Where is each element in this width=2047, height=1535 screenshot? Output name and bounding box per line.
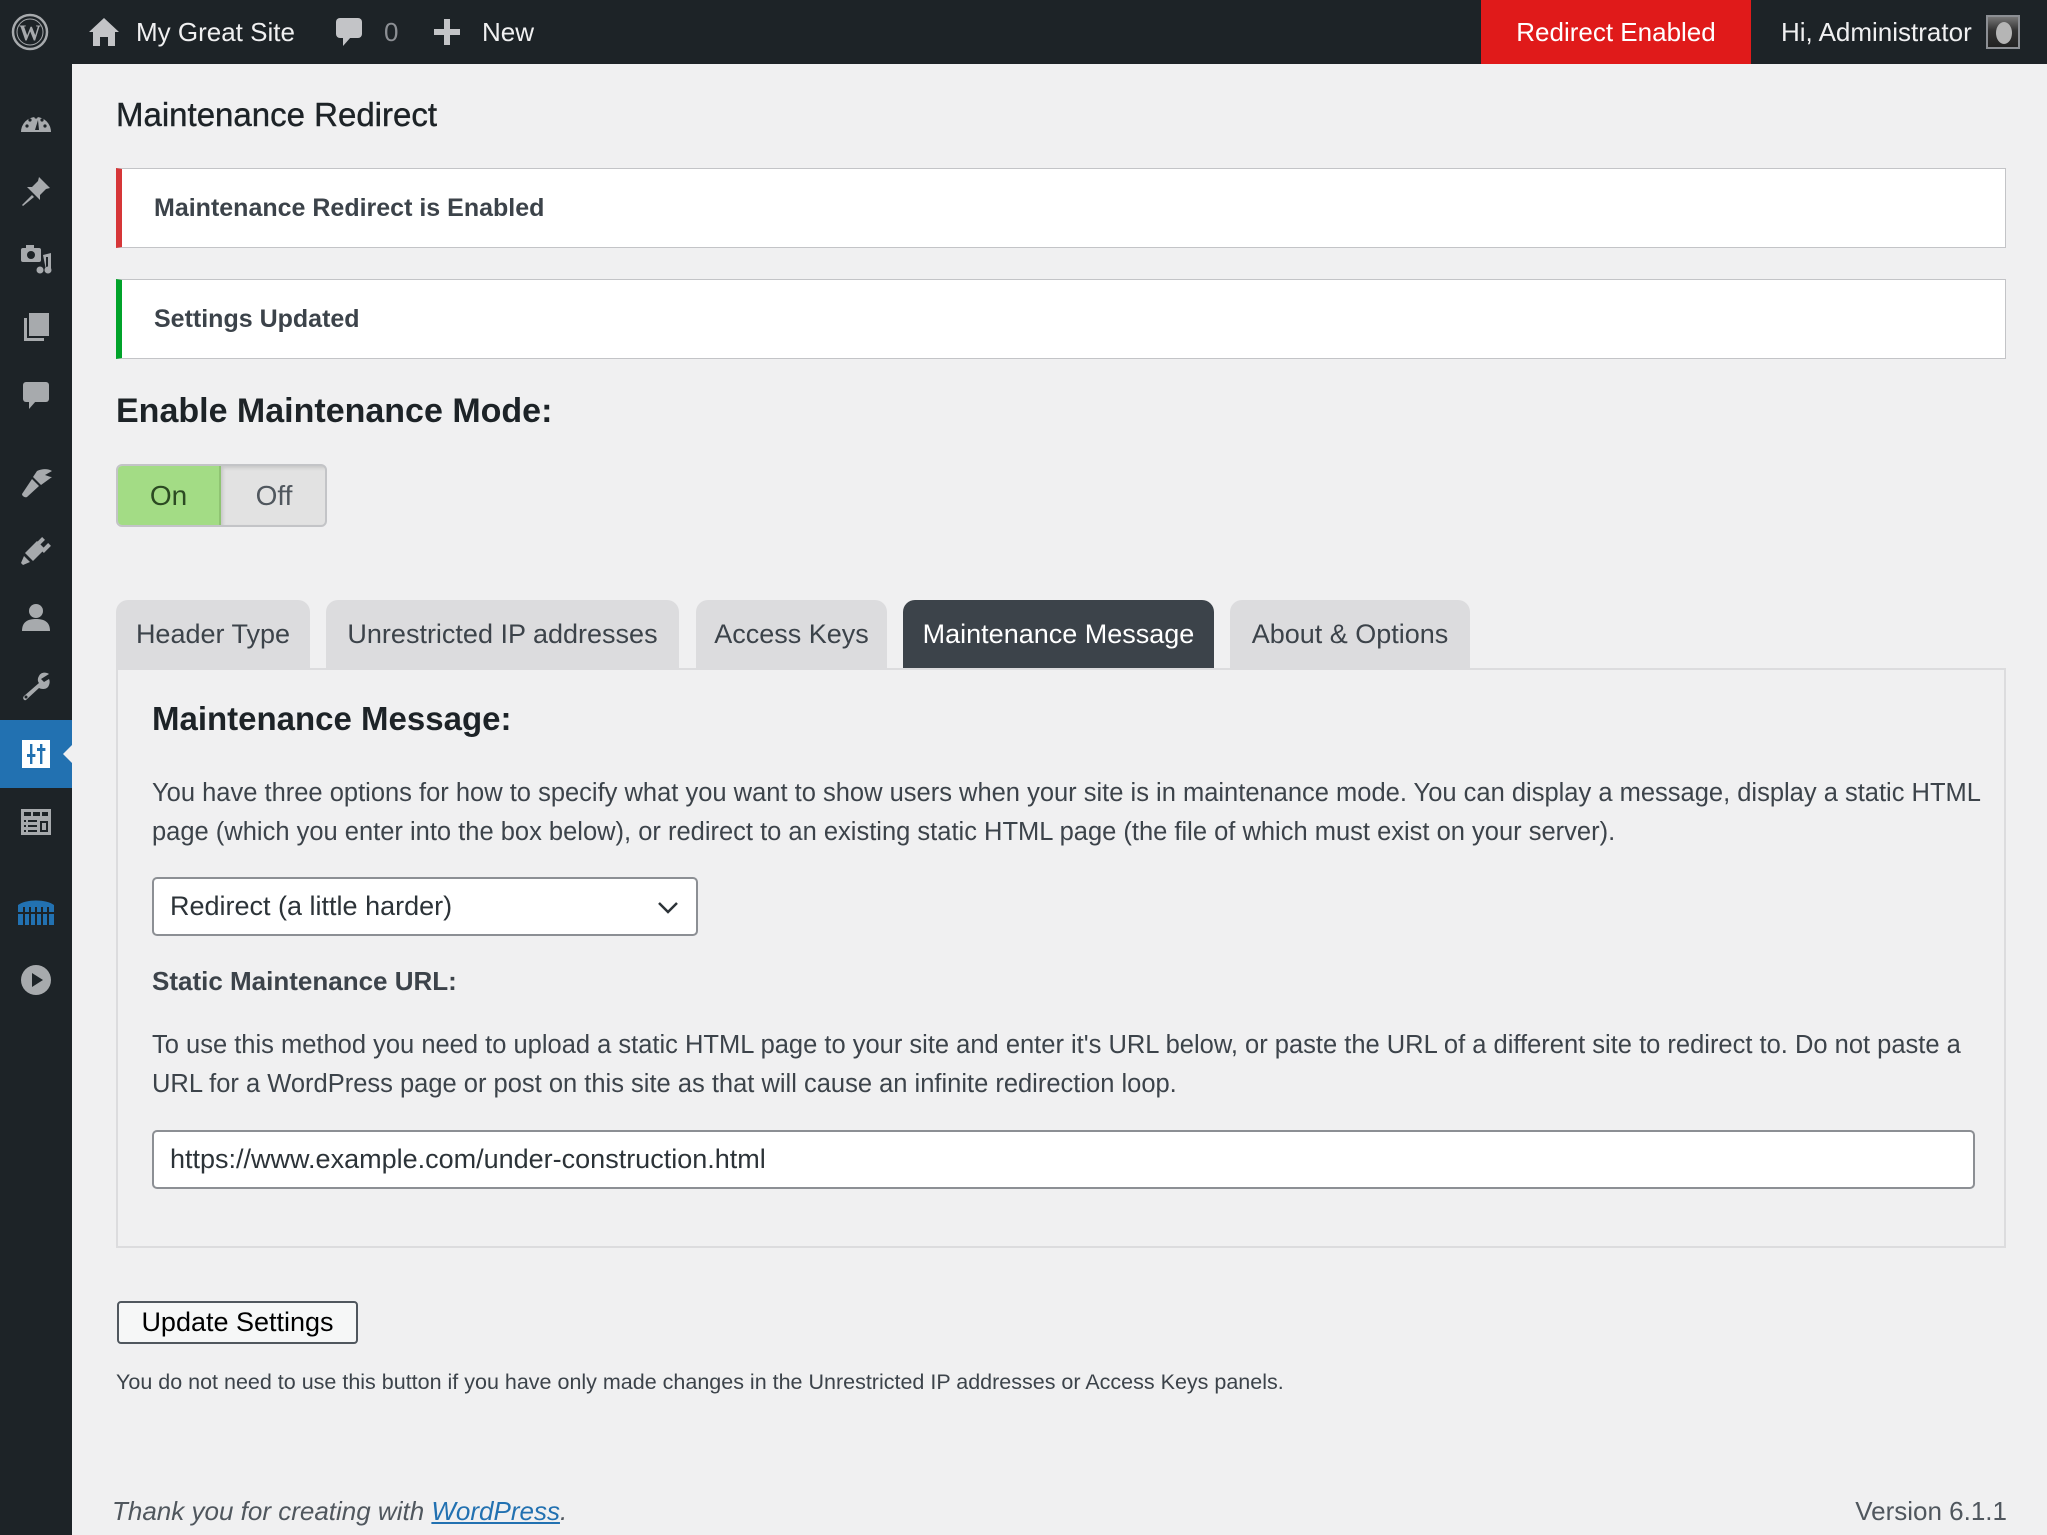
greeting: Hi, Administrator: [1781, 16, 1972, 47]
sidebar-item-plugins[interactable]: [0, 516, 72, 584]
paintbrush-icon: [22, 469, 52, 498]
sidebar-item-comments[interactable]: [0, 361, 72, 429]
pages-icon: [24, 313, 49, 341]
notice-text: Maintenance Redirect is Enabled: [154, 193, 545, 222]
sidebar-item-media[interactable]: [0, 225, 72, 293]
admin-bar: W My Great Site 0 New Redirect Enabled H…: [0, 0, 2047, 64]
panel-description: You have three options for how to specif…: [152, 779, 1981, 846]
footer-thanks-prefix: Thank you for creating with: [112, 1496, 432, 1526]
sidebar-item-media-player[interactable]: [0, 946, 72, 1014]
notice-text: Settings Updated: [154, 304, 360, 333]
toggle-on-option[interactable]: On: [118, 466, 221, 525]
sidebar-item-security[interactable]: [0, 878, 72, 946]
notice-redirect-enabled: Maintenance Redirect is Enabled: [116, 168, 2006, 248]
update-note: You do not need to use this button if yo…: [116, 1370, 1284, 1394]
update-settings-button[interactable]: Update Settings: [117, 1301, 358, 1344]
new-content-menu[interactable]: New: [432, 0, 534, 64]
static-url-description: To use this method you need to upload a …: [152, 1031, 1961, 1098]
wrench-icon: [23, 672, 50, 701]
select-value: Redirect (a little harder): [170, 891, 453, 921]
admin-sidebar: [0, 64, 72, 1535]
page-title: Maintenance Redirect: [116, 96, 438, 133]
sidebar-item-users[interactable]: [0, 584, 72, 652]
tab-about-options[interactable]: About & Options: [1230, 600, 1470, 668]
comments-count: 0: [384, 16, 399, 47]
table-layout-icon: [21, 809, 51, 835]
tab-header-type[interactable]: Header Type: [116, 600, 310, 668]
comment-bubble-icon: [334, 16, 364, 48]
tab-access-keys[interactable]: Access Keys: [696, 600, 887, 668]
wordpress-menu[interactable]: W: [10, 0, 58, 64]
redirect-enabled-indicator[interactable]: Redirect Enabled: [1481, 0, 1751, 64]
sidebar-item-settings-current[interactable]: [0, 720, 72, 788]
maintenance-message-panel: Maintenance Message: You have three opti…: [116, 668, 2006, 1248]
static-url-label: Static Maintenance URL:: [152, 966, 457, 996]
new-label: New: [482, 16, 535, 47]
comment-bubble-icon: [23, 382, 49, 409]
sidebar-item-layout[interactable]: [0, 788, 72, 856]
chevron-down-icon: [658, 902, 678, 914]
sidebar-item-appearance[interactable]: [0, 448, 72, 516]
maintenance-mode-toggle[interactable]: On Off: [116, 464, 327, 527]
footer-version: Version 6.1.1: [1855, 1496, 2007, 1526]
static-url-input[interactable]: [152, 1130, 1975, 1189]
tab-maintenance-message[interactable]: Maintenance Message: [903, 600, 1214, 668]
camera-music-icon: [21, 245, 52, 274]
wordpress-logo-icon: W: [10, 12, 50, 52]
sidebar-item-dashboard[interactable]: [0, 89, 72, 157]
site-name-link[interactable]: My Great Site: [86, 0, 295, 64]
message-type-select[interactable]: Redirect (a little harder): [152, 877, 698, 936]
avatar: [1985, 15, 2020, 49]
site-name: My Great Site: [136, 16, 295, 47]
panel-heading: Maintenance Message:: [152, 700, 512, 737]
sidebar-item-tools[interactable]: [0, 652, 72, 720]
dashboard-gauge-icon: [21, 115, 51, 132]
my-account-menu[interactable]: Hi, Administrator: [1781, 0, 2020, 64]
home-icon: [86, 15, 122, 49]
settings-tabs: Header Type Unrestricted IP addresses Ac…: [116, 600, 2006, 668]
tab-unrestricted-ip-addresses[interactable]: Unrestricted IP addresses: [326, 600, 679, 668]
plus-icon: [432, 18, 462, 46]
footer-thanks: Thank you for creating with WordPress.: [112, 1496, 567, 1527]
footer-thanks-suffix: .: [559, 1496, 568, 1526]
fortress-icon: [18, 900, 54, 925]
sidebar-item-pages[interactable]: [0, 293, 72, 361]
sidebar-item-posts[interactable]: [0, 157, 72, 225]
toggle-off-option[interactable]: Off: [221, 466, 325, 525]
user-icon: [22, 604, 50, 631]
plug-icon: [21, 537, 51, 565]
pushpin-icon: [22, 177, 50, 206]
notice-settings-updated: Settings Updated: [116, 279, 2006, 359]
comments-link[interactable]: 0: [334, 0, 398, 64]
play-circle-icon: [21, 965, 51, 995]
svg-text:W: W: [19, 20, 41, 45]
wordpress-link[interactable]: WordPress: [431, 1496, 560, 1526]
redirect-status-label: Redirect Enabled: [1516, 16, 1716, 47]
sliders-icon: [22, 740, 50, 768]
enable-maintenance-heading: Enable Maintenance Mode:: [116, 392, 553, 430]
